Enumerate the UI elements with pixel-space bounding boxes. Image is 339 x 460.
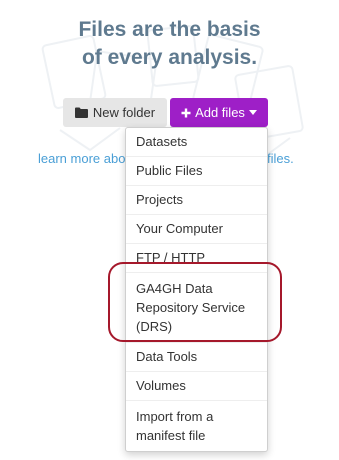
add-files-label: Add files <box>195 105 245 120</box>
menu-item-datasets[interactable]: Datasets <box>126 128 267 157</box>
new-folder-label: New folder <box>92 105 156 120</box>
add-files-button[interactable]: Add files <box>170 98 268 127</box>
headline-line-1: Files are the basis <box>78 18 261 41</box>
menu-item-volumes[interactable]: Volumes <box>126 372 267 401</box>
menu-item-your-computer[interactable]: Your Computer <box>126 215 267 244</box>
highlight-annotation-ring <box>108 262 282 342</box>
menu-item-projects[interactable]: Projects <box>126 186 267 215</box>
page-headline: Files are the basis of every analysis. <box>0 16 339 72</box>
new-folder-button[interactable]: New folder <box>63 98 167 127</box>
caret-down-icon <box>248 110 257 115</box>
menu-item-data-tools[interactable]: Data Tools <box>126 343 267 372</box>
menu-item-public-files[interactable]: Public Files <box>126 157 267 186</box>
learn-more-link[interactable]: learn more abo <box>38 151 125 166</box>
menu-item-import-manifest[interactable]: Import from a manifest file <box>126 401 267 451</box>
folder-icon <box>74 107 88 118</box>
plus-icon <box>181 108 191 117</box>
learn-more-link-tail[interactable]: files. <box>267 151 294 166</box>
headline-line-2: of every analysis. <box>81 46 258 69</box>
